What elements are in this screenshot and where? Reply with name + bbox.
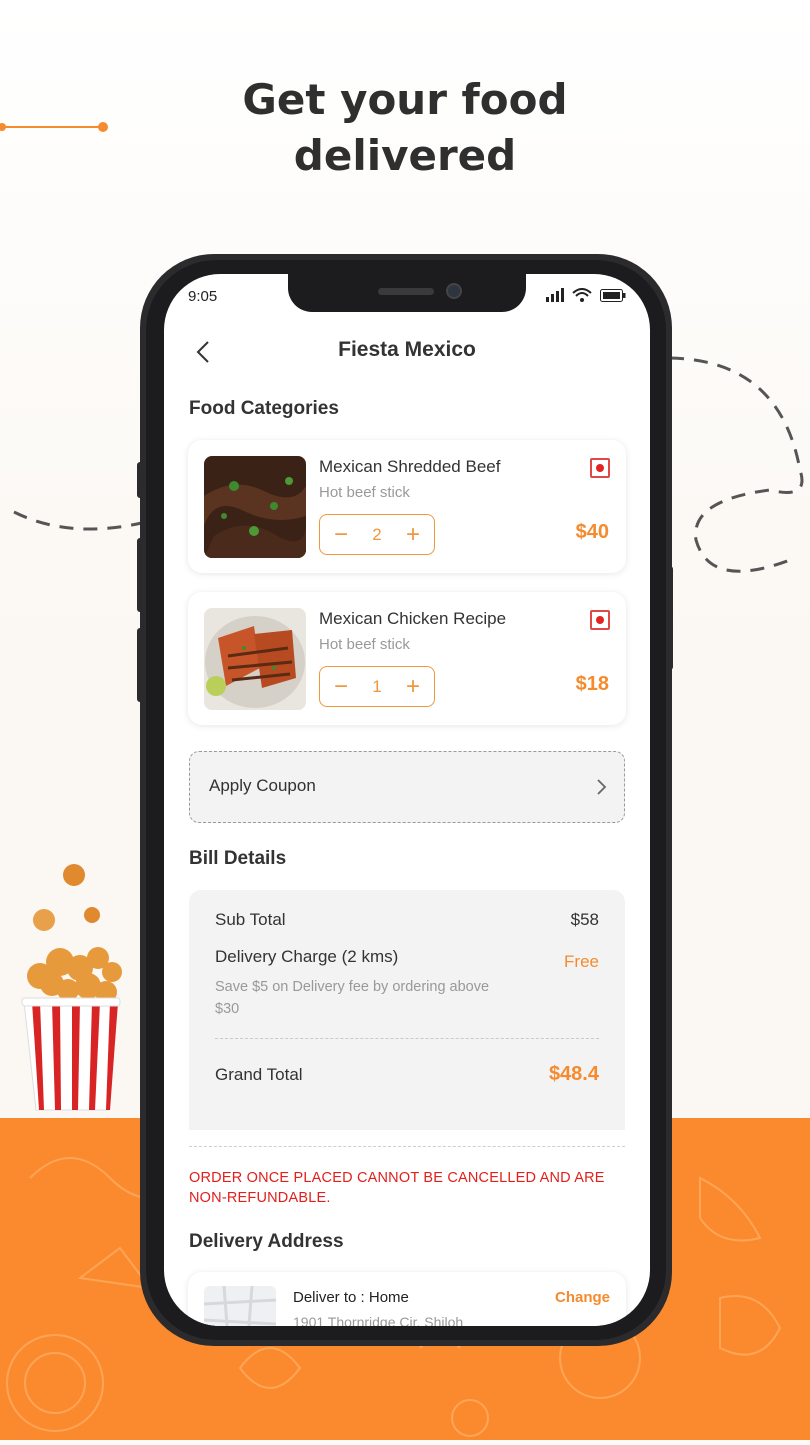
delivery-charge-value: Free: [564, 952, 599, 971]
delivery-address-title: Delivery Address: [189, 1231, 344, 1252]
decrease-quantity-button[interactable]: −: [330, 674, 352, 699]
speaker-grille: [378, 288, 434, 295]
bill-divider: [215, 1038, 599, 1039]
non-veg-indicator-icon: [590, 458, 610, 478]
phone-mute-switch: [137, 462, 143, 498]
change-address-button[interactable]: Change: [555, 1289, 610, 1306]
decorative-line-dot: [0, 122, 108, 132]
grand-total-value: $48.4: [548, 1063, 599, 1085]
phone-notch: [288, 274, 526, 312]
decrease-quantity-button[interactable]: −: [330, 522, 352, 547]
quantity-value: 2: [372, 524, 382, 544]
receipt-scallop-edge: [189, 1122, 625, 1130]
sub-total-value: $58: [570, 910, 599, 929]
section-divider: [189, 1146, 625, 1147]
quantity-stepper: − 2 +: [319, 514, 435, 555]
food-image-shredded-beef: [204, 456, 306, 558]
battery-icon: [600, 288, 626, 302]
page-title: Fiesta Mexico: [338, 338, 476, 361]
status-time: 9:05: [188, 288, 218, 305]
decorative-dashed-curve-left: [13, 510, 147, 531]
phone-volume-up: [137, 538, 143, 612]
food-name: Mexican Chicken Recipe: [319, 609, 507, 628]
apply-coupon-button[interactable]: Apply Coupon: [189, 751, 625, 823]
food-name: Mexican Shredded Beef: [319, 457, 501, 476]
bill-details-panel: Sub Total $58 Delivery Charge (2 kms) Fr…: [189, 890, 625, 1130]
status-icons: [546, 288, 626, 302]
chevron-right-icon: [597, 779, 607, 795]
quantity-stepper: − 1 +: [319, 666, 435, 707]
signal-icon: [546, 288, 564, 302]
food-categories-title: Food Categories: [189, 398, 339, 419]
headline-line-2: delivered: [293, 131, 517, 180]
increase-quantity-button[interactable]: +: [402, 522, 424, 547]
food-price: $18: [575, 673, 609, 695]
food-card: Mexican Shredded Beef Hot beef stick − 2…: [188, 440, 626, 573]
food-subtitle: Hot beef stick: [319, 484, 410, 501]
food-card: Mexican Chicken Recipe Hot beef stick − …: [188, 592, 626, 725]
quantity-value: 1: [372, 676, 382, 696]
decorative-dashed-loop-right: [670, 356, 804, 573]
front-camera: [446, 283, 462, 299]
phone-screen: 9:05 Fiesta Mexico Food Categories Mexic…: [164, 274, 650, 1326]
delivery-fee-note: Save $5 on Delivery fee by ordering abov…: [215, 979, 490, 1017]
map-thumbnail: [204, 1286, 276, 1326]
grand-total-label: Grand Total: [215, 1065, 303, 1084]
headline-line-1: Get your food: [242, 75, 568, 124]
headline: Get your food delivered: [0, 72, 810, 184]
popcorn-chicken-illustration: [21, 864, 122, 1111]
delivery-address-card: Deliver to : Home 1901 Thornridge Cir. S…: [188, 1272, 626, 1326]
bill-details-title: Bill Details: [189, 848, 287, 869]
apply-coupon-label: Apply Coupon: [209, 776, 316, 795]
phone-volume-down: [137, 628, 143, 702]
delivery-address-line: 1901 Thornridge Cir. Shiloh: [293, 1314, 464, 1326]
non-veg-indicator-icon: [590, 610, 610, 630]
deliver-to-label: Deliver to : Home: [293, 1289, 409, 1306]
wifi-icon: [572, 288, 592, 302]
phone-power-button: [667, 566, 673, 670]
increase-quantity-button[interactable]: +: [402, 674, 424, 699]
delivery-charge-label: Delivery Charge (2 kms): [215, 947, 399, 966]
cancellation-warning: ORDER ONCE PLACED CANNOT BE CANCELLED AN…: [189, 1170, 605, 1206]
food-price: $40: [575, 521, 609, 543]
food-image-chicken-recipe: [204, 608, 306, 710]
food-subtitle: Hot beef stick: [319, 636, 410, 653]
sub-total-label: Sub Total: [215, 910, 286, 929]
